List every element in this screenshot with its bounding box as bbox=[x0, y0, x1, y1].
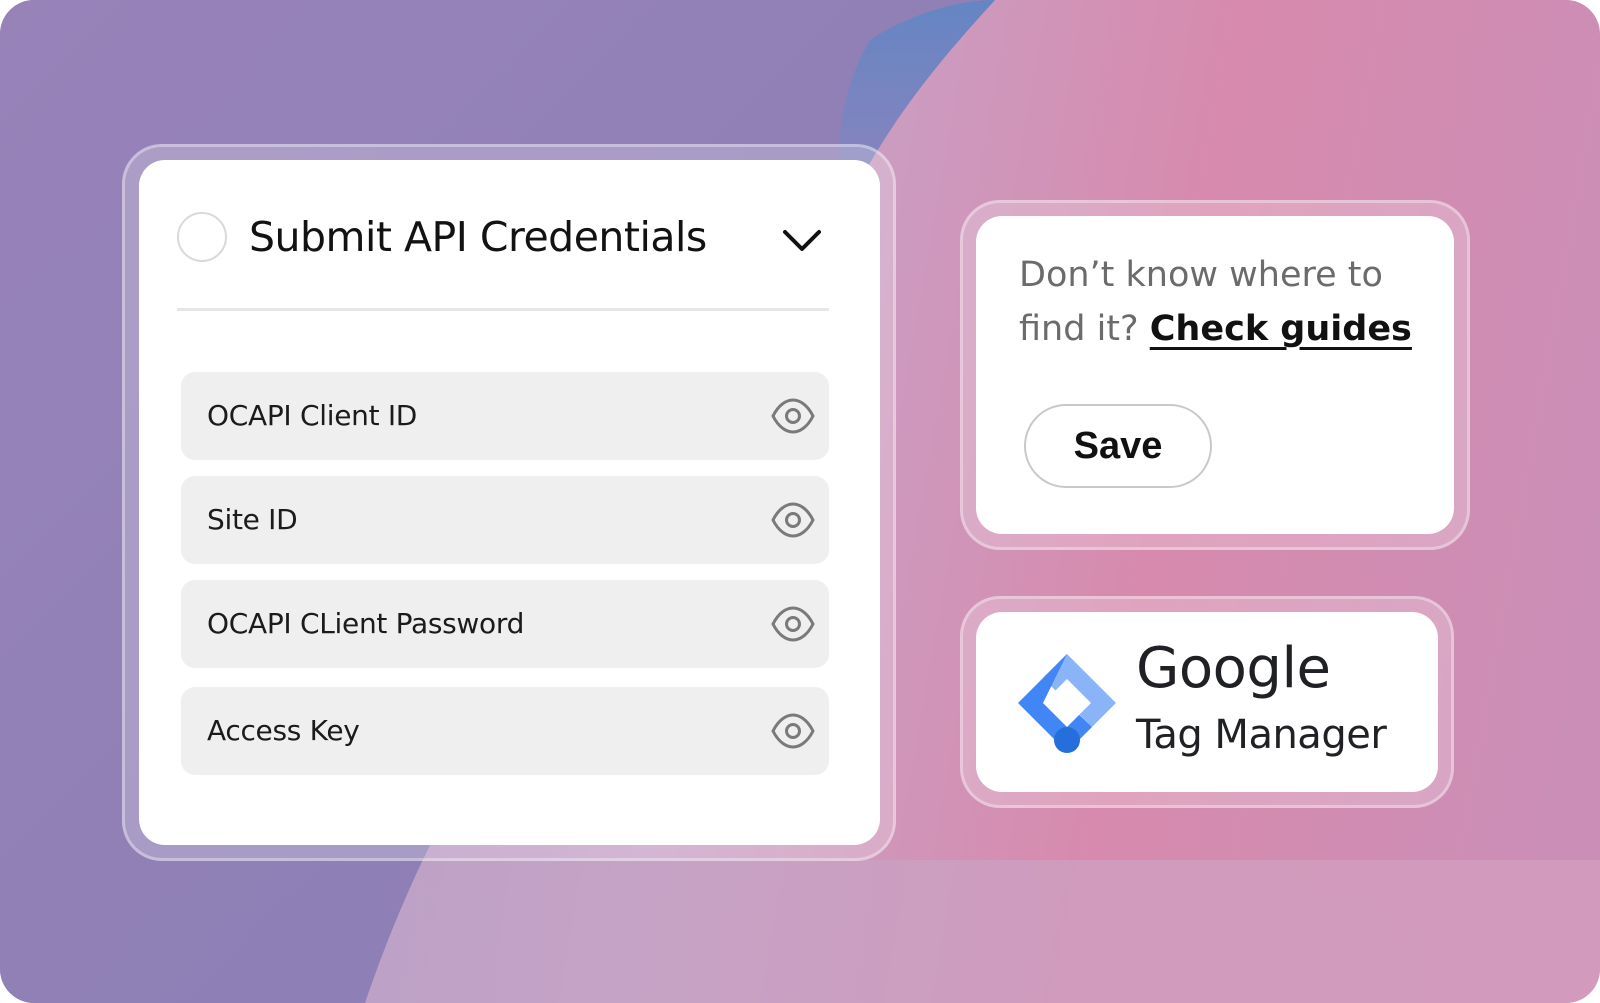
chevron-down-icon[interactable] bbox=[781, 220, 823, 262]
ocapi-client-password-field[interactable]: OCAPI CLient Password bbox=[181, 580, 829, 668]
integration-card: Google Tag Manager bbox=[976, 612, 1438, 792]
ocapi-client-id-field[interactable]: OCAPI Client ID bbox=[181, 372, 829, 460]
field-label: Site ID bbox=[207, 503, 298, 536]
step-status-circle[interactable] bbox=[177, 212, 227, 262]
product-name: Tag Manager bbox=[1136, 712, 1387, 758]
guide-card: Don’t know where to find it? Check guide… bbox=[976, 216, 1454, 534]
check-guides-link[interactable]: Check guides bbox=[1150, 309, 1412, 349]
google-tag-manager-logo-icon bbox=[1018, 654, 1116, 753]
field-label: Access Key bbox=[207, 714, 360, 747]
access-key-field[interactable]: Access Key bbox=[181, 687, 829, 775]
credentials-card: Submit API Credentials OCAPI Client ID S… bbox=[139, 160, 880, 845]
guide-prompt: Don’t know where to find it? Check guide… bbox=[1019, 248, 1419, 356]
eye-icon[interactable] bbox=[771, 606, 815, 642]
card-title: Submit API Credentials bbox=[249, 213, 707, 261]
site-id-field[interactable]: Site ID bbox=[181, 476, 829, 564]
field-label: OCAPI Client ID bbox=[207, 399, 418, 432]
brand-name: Google bbox=[1136, 636, 1331, 701]
eye-icon[interactable] bbox=[771, 713, 815, 749]
save-button[interactable]: Save bbox=[1024, 404, 1212, 488]
eye-icon[interactable] bbox=[771, 502, 815, 538]
eye-icon[interactable] bbox=[771, 398, 815, 434]
field-label: OCAPI CLient Password bbox=[207, 607, 525, 640]
title-divider bbox=[177, 308, 829, 311]
